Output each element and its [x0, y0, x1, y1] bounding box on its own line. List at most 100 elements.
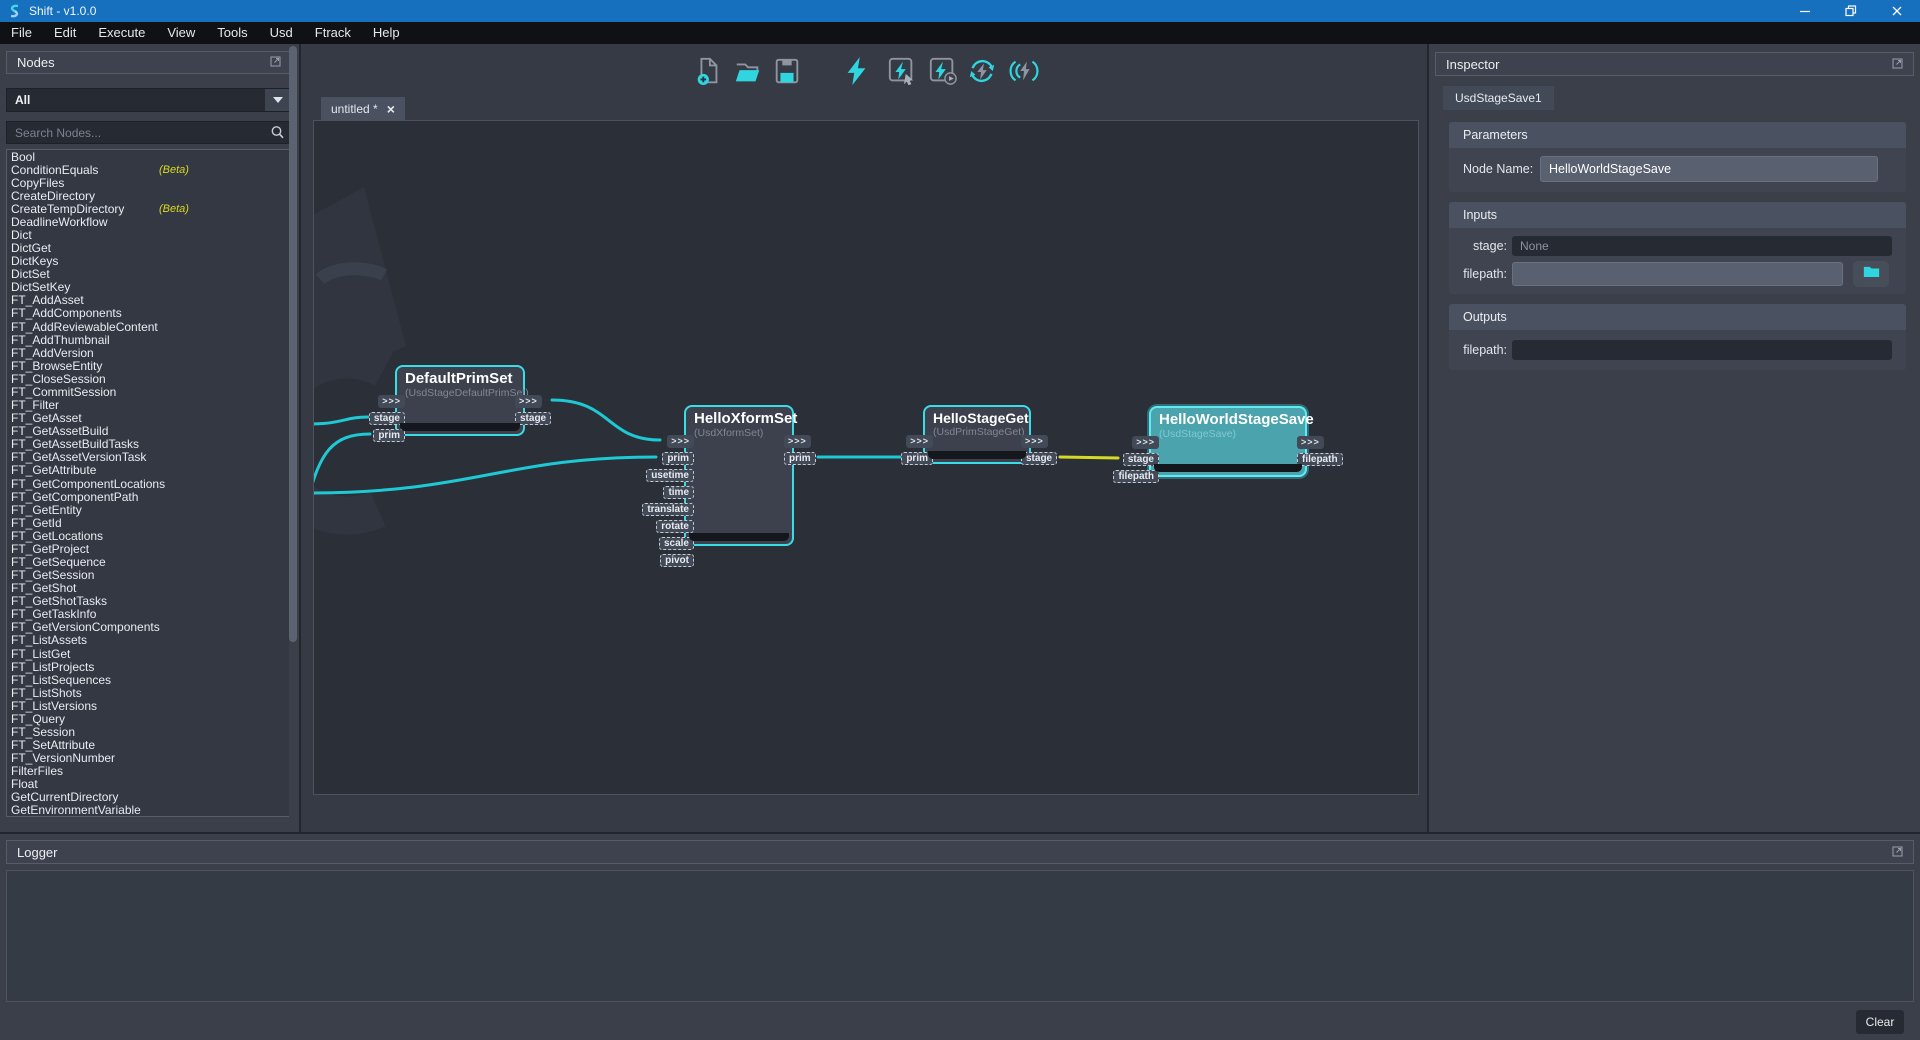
execute-icon[interactable]: [842, 56, 872, 86]
node-list-item[interactable]: DictSetKey: [7, 281, 291, 294]
node-filter-dropdown[interactable]: All: [6, 88, 292, 112]
node-list-item[interactable]: FT_GetAsset: [7, 412, 291, 425]
node-list-item[interactable]: FT_GetSession: [7, 569, 291, 582]
input-port[interactable]: time: [663, 486, 694, 499]
node-list-item[interactable]: FT_Session: [7, 725, 291, 738]
node-list-item[interactable]: GetEnvironmentVariable: [7, 804, 291, 817]
node-list-item[interactable]: FT_GetAttribute: [7, 464, 291, 477]
menu-item[interactable]: Ftrack: [304, 22, 362, 44]
graph-node-helloworldstagesave[interactable]: HelloWorldStageSave (UsdStageSave) >>>st…: [1149, 406, 1307, 477]
tab-close-icon[interactable]: ×: [387, 102, 395, 116]
graph-node-defaultprimset[interactable]: DefaultPrimSet (UsdStageDefaultPrimSet) …: [395, 365, 525, 436]
input-port[interactable]: filepath: [1113, 470, 1159, 483]
node-list-item[interactable]: FT_VersionNumber: [7, 752, 291, 765]
graph-tab[interactable]: untitled * ×: [321, 97, 405, 120]
menu-item[interactable]: Help: [362, 22, 411, 44]
graph-node-hellostageget[interactable]: HelloStageGet (UsdPrimStageGet) >>>prim …: [923, 405, 1031, 464]
minimize-button[interactable]: [1782, 0, 1828, 22]
node-list-item[interactable]: FT_ListShots: [7, 686, 291, 699]
node-list-item[interactable]: FT_GetComponentLocations: [7, 477, 291, 490]
input-port[interactable]: usetime: [646, 469, 694, 482]
node-list-item[interactable]: FT_Query: [7, 712, 291, 725]
new-file-icon[interactable]: [693, 56, 723, 86]
node-list-item[interactable]: FT_ListVersions: [7, 699, 291, 712]
node-list-item[interactable]: FT_AddVersion: [7, 346, 291, 359]
undock-icon[interactable]: [1892, 845, 1903, 860]
menu-item[interactable]: File: [0, 22, 43, 44]
node-list-item[interactable]: FT_GetVersionComponents: [7, 621, 291, 634]
node-list-item[interactable]: FT_Filter: [7, 398, 291, 411]
node-list-item[interactable]: FT_ListAssets: [7, 634, 291, 647]
input-port[interactable]: translate: [642, 503, 694, 516]
node-list-item[interactable]: Float: [7, 778, 291, 791]
input-port[interactable]: >>>: [667, 435, 694, 448]
node-list-item[interactable]: CopyFiles: [7, 176, 291, 189]
node-list-item[interactable]: FT_SetAttribute: [7, 739, 291, 752]
node-list-item[interactable]: FT_CommitSession: [7, 385, 291, 398]
input-port[interactable]: scale: [659, 537, 694, 550]
scrollbar-thumb[interactable]: [289, 46, 297, 642]
live-update-icon[interactable]: [1009, 56, 1039, 86]
output-port[interactable]: >>>: [1021, 435, 1048, 448]
input-port[interactable]: stage: [1123, 453, 1159, 466]
menu-item[interactable]: Tools: [206, 22, 258, 44]
node-list-item[interactable]: FT_GetLocations: [7, 529, 291, 542]
filepath-input[interactable]: [1512, 262, 1843, 286]
node-list-scrollbar[interactable]: [289, 46, 297, 830]
node-list-item[interactable]: FT_GetAssetBuild: [7, 425, 291, 438]
node-list-item[interactable]: FT_ListProjects: [7, 660, 291, 673]
input-port[interactable]: >>>: [906, 435, 933, 448]
graph-node-helloxformset[interactable]: HelloXformSet (UsdXformSet) >>>primuseti…: [684, 405, 794, 546]
undock-icon[interactable]: [270, 55, 281, 70]
input-port[interactable]: prim: [901, 452, 933, 465]
output-port[interactable]: filepath: [1297, 453, 1343, 466]
input-port[interactable]: pivot: [660, 554, 694, 567]
undock-icon[interactable]: [1892, 57, 1903, 72]
node-list-item[interactable]: FT_CloseSession: [7, 372, 291, 385]
execute-after-icon[interactable]: [928, 56, 958, 86]
output-port[interactable]: prim: [784, 452, 816, 465]
node-list-item[interactable]: CreateTempDirectory (Beta): [7, 202, 291, 215]
input-port[interactable]: stage: [369, 412, 405, 425]
menu-item[interactable]: Execute: [87, 22, 156, 44]
output-port[interactable]: stage: [515, 412, 551, 425]
open-file-icon[interactable]: [733, 56, 763, 86]
menu-item[interactable]: Usd: [259, 22, 304, 44]
node-list-item[interactable]: FT_AddReviewableContent: [7, 320, 291, 333]
execute-selected-icon[interactable]: [887, 56, 917, 86]
node-list-item[interactable]: DeadlineWorkflow: [7, 215, 291, 228]
node-list-item[interactable]: FT_BrowseEntity: [7, 359, 291, 372]
node-list-item[interactable]: Bool: [7, 150, 291, 163]
node-list-item[interactable]: ConditionEquals (Beta): [7, 163, 291, 176]
menu-item[interactable]: Edit: [43, 22, 87, 44]
input-port[interactable]: prim: [373, 429, 405, 442]
output-port[interactable]: >>>: [1297, 436, 1324, 449]
browse-folder-button[interactable]: [1853, 261, 1889, 287]
node-list-item[interactable]: FT_GetShotTasks: [7, 595, 291, 608]
node-list-item[interactable]: FT_GetSequence: [7, 555, 291, 568]
node-type-list[interactable]: Bool ConditionEquals (Beta) CopyFiles Cr…: [6, 149, 292, 817]
node-list-item[interactable]: DictSet: [7, 268, 291, 281]
node-list-item[interactable]: FT_ListSequences: [7, 673, 291, 686]
input-port[interactable]: >>>: [1132, 436, 1159, 449]
node-list-item[interactable]: FT_AddAsset: [7, 294, 291, 307]
search-input[interactable]: [7, 126, 270, 140]
node-list-item[interactable]: FT_GetShot: [7, 582, 291, 595]
node-graph-canvas[interactable]: DefaultPrimSet (UsdStageDefaultPrimSet) …: [313, 120, 1419, 795]
output-port[interactable]: stage: [1021, 452, 1057, 465]
node-list-item[interactable]: FT_GetId: [7, 516, 291, 529]
output-port[interactable]: >>>: [784, 435, 811, 448]
node-list-item[interactable]: FilterFiles: [7, 765, 291, 778]
output-port[interactable]: >>>: [515, 395, 542, 408]
input-port[interactable]: prim: [662, 452, 694, 465]
node-list-item[interactable]: FT_GetAssetVersionTask: [7, 451, 291, 464]
node-list-item[interactable]: CreateDirectory: [7, 189, 291, 202]
node-list-item[interactable]: Dict: [7, 228, 291, 241]
input-port[interactable]: >>>: [378, 395, 405, 408]
node-list-item[interactable]: FT_ListGet: [7, 647, 291, 660]
node-list-item[interactable]: DictGet: [7, 242, 291, 255]
save-file-icon[interactable]: [772, 56, 802, 86]
restore-button[interactable]: [1828, 0, 1874, 22]
node-list-item[interactable]: FT_GetTaskInfo: [7, 608, 291, 621]
close-button[interactable]: [1874, 0, 1920, 22]
